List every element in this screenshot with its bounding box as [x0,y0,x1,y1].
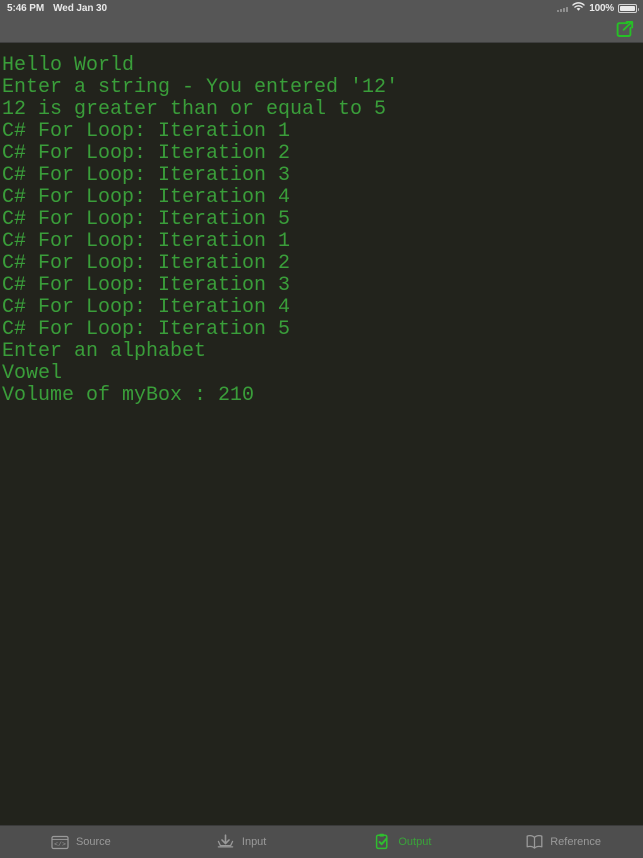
status-bar: 5:46 PM Wed Jan 30 100% [0,0,643,16]
navigation-bar [0,16,643,43]
svg-text:</>: </> [54,841,66,848]
status-bar-right: 100% [557,0,639,17]
console-output-text: Hello World Enter a string - You entered… [2,54,399,407]
tab-output[interactable]: Output [322,826,483,858]
open-book-icon [524,832,544,852]
tab-reference-label: Reference [550,836,601,848]
wifi-icon [572,0,585,17]
status-date: Wed Jan 30 [53,2,107,14]
tab-input-label: Input [241,836,267,848]
tab-output-label: Output [398,836,432,848]
share-export-icon[interactable] [612,17,638,41]
signal-strength-icon [557,5,569,12]
battery-icon [618,3,639,13]
battery-percentage: 100% [589,2,614,14]
bottom-tab-bar: </> Source Input Output Reference [0,825,643,858]
clipboard-check-icon [372,832,392,852]
tab-reference[interactable]: Reference [482,826,643,858]
tab-input[interactable]: Input [161,826,322,858]
code-brackets-icon: </> [50,832,70,852]
tab-source-label: Source [75,836,111,848]
output-console-area[interactable]: Hello World Enter a string - You entered… [0,43,643,825]
status-time: 5:46 PM [7,2,45,14]
tab-source[interactable]: </> Source [0,826,161,858]
status-bar-left: 5:46 PM Wed Jan 30 [7,3,107,14]
download-inbox-icon [216,832,236,852]
app-screen: 5:46 PM Wed Jan 30 100% Hello World Ente… [0,0,643,858]
